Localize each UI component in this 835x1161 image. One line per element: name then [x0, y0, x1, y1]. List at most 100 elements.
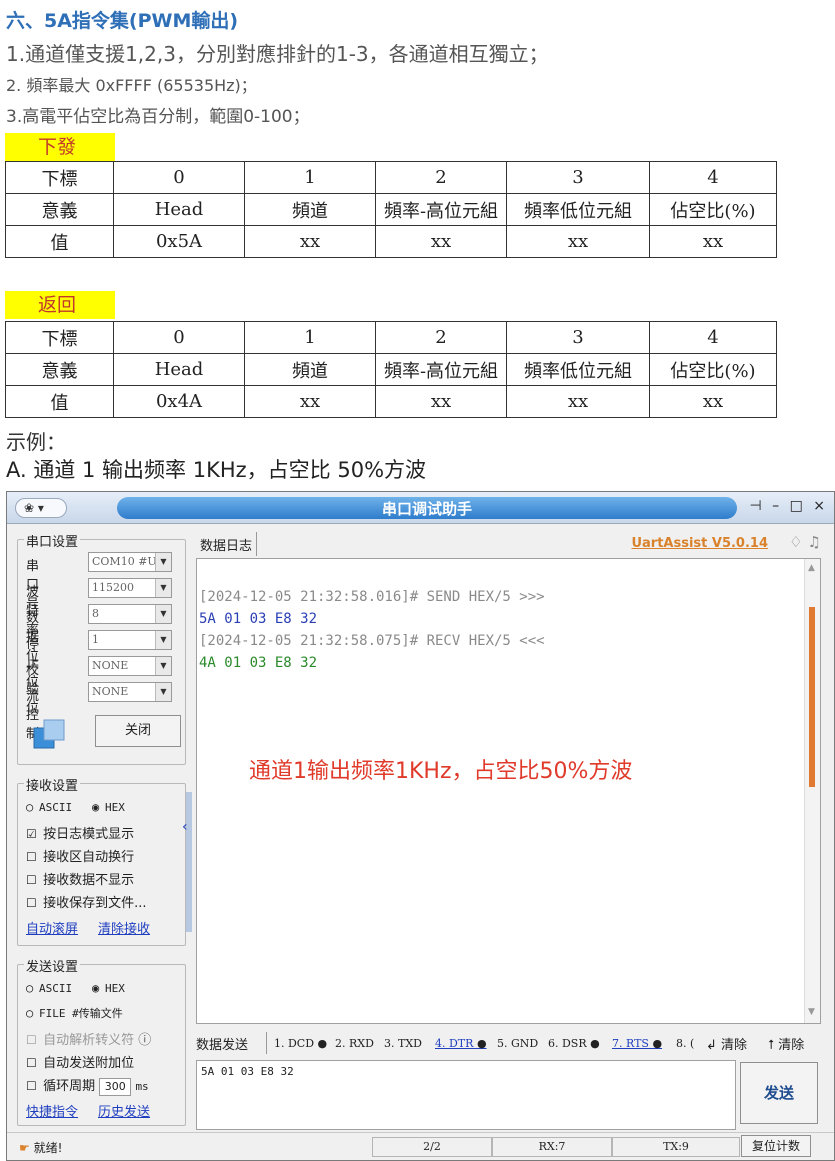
window-controls[interactable]: ⊣ – □ × — [749, 498, 828, 514]
checkbox-icon[interactable]: ☐ — [26, 896, 39, 910]
send-option-cycle[interactable]: ☐ 循环周期 300 ms — [26, 1075, 149, 1096]
port-select[interactable]: COM10 #US ▼ — [88, 552, 172, 572]
select-value: COM10 #US — [92, 555, 165, 568]
radio-checked-icon[interactable]: ◉ — [92, 981, 105, 995]
example-a-text: A. 通道 1 输出频率 1KHz，占空比 50%方波 — [6, 458, 427, 482]
scroll-thumb[interactable] — [809, 607, 815, 787]
table-cell: xx — [506, 225, 650, 258]
signal-label: 1. DCD — [274, 1037, 315, 1050]
signal-rts[interactable]: 7. RTS ● — [612, 1037, 662, 1050]
table-row: 下標 0 1 2 3 4 — [5, 161, 777, 194]
send-history-link[interactable]: 历史发送 — [98, 1101, 150, 1120]
log-line: [2024-12-05 21:32:58.016]# SEND HEX/5 >>… — [199, 589, 545, 605]
send-option-append[interactable]: ☐ 自动发送附加位 — [26, 1052, 134, 1071]
recv-option-save-file[interactable]: ☐ 接收保存到文件... — [26, 892, 147, 911]
reset-count-button[interactable]: 复位计数 — [741, 1135, 811, 1157]
table-cell: 值 — [5, 385, 114, 418]
chevron-down-icon: ▼ — [155, 631, 171, 649]
scroll-up-icon[interactable]: ▲ — [808, 563, 815, 573]
clear-send-button[interactable]: ↲ 清除 — [706, 1034, 747, 1053]
radio-unchecked-icon[interactable]: ○ — [26, 981, 39, 995]
tab-data-send[interactable]: 数据发送 — [196, 1034, 248, 1053]
send-option-escape[interactable]: ☐ 自动解析转义符 ⓘ — [26, 1029, 151, 1048]
clear-all-button[interactable]: ⭡ 清除 — [768, 1034, 804, 1053]
option-label: 循环周期 — [43, 1079, 96, 1094]
radio-label-ascii[interactable]: ASCII — [39, 982, 72, 995]
databits-select[interactable]: 8 ▼ — [88, 604, 172, 624]
radio-checked-icon[interactable]: ◉ — [92, 800, 105, 814]
table-cell: 3 — [506, 321, 650, 354]
chevron-down-icon: ▼ — [155, 579, 171, 597]
section-heading: 六、5A指令集(PWM輸出) — [6, 10, 239, 32]
checkbox-icon[interactable]: ☐ — [26, 1079, 39, 1093]
tab-data-log[interactable]: 数据日志 — [196, 532, 258, 556]
send-file-radio[interactable]: ○ FILE #传输文件 — [26, 1005, 123, 1021]
radio-label-hex[interactable]: HEX — [105, 982, 125, 995]
recv-option-hide[interactable]: ☐ 接收数据不显示 — [26, 869, 134, 888]
table-row: 下標 0 1 2 3 4 — [5, 321, 777, 354]
flow-select[interactable]: NONE ▼ — [88, 682, 172, 702]
send-input[interactable]: 5A 01 03 E8 32 — [196, 1060, 736, 1130]
return-label-badge: 返回 — [5, 291, 115, 319]
checkbox-icon[interactable]: ☐ — [26, 1033, 39, 1047]
log-line: 5A 01 03 E8 32 — [199, 611, 318, 627]
table-cell: 0x4A — [113, 385, 245, 418]
table-cell: 1 — [244, 321, 376, 354]
send-button[interactable]: 发送 — [740, 1062, 818, 1124]
diamond-icon[interactable]: ♢ — [789, 533, 807, 551]
app-version-link[interactable]: UartAssist V5.0.14 — [631, 536, 768, 551]
checkbox-icon[interactable]: ☐ — [26, 873, 39, 887]
recv-option-log-mode[interactable]: ☑ 按日志模式显示 — [26, 823, 134, 842]
group-title: 串口设置 — [24, 531, 81, 550]
send-format-radios: ○ ASCII ◉ HEX — [26, 981, 125, 995]
radio-unchecked-icon[interactable]: ○ — [26, 1006, 39, 1020]
table-row: 值 0x4A xx xx xx xx — [5, 385, 777, 418]
bell-icon[interactable]: ♫ — [808, 533, 826, 551]
dot-icon: ● — [590, 1037, 600, 1050]
receive-log-area[interactable]: [2024-12-05 21:32:58.016]# SEND HEX/5 >>… — [196, 558, 821, 1024]
shortcut-commands-link[interactable]: 快捷指令 — [26, 1101, 78, 1120]
close-port-button[interactable]: 关闭 — [95, 715, 181, 747]
chevron-down-icon: ▼ — [155, 605, 171, 623]
recv-option-autowrap[interactable]: ☐ 接收区自动换行 — [26, 846, 134, 865]
radio-unchecked-icon[interactable]: ○ — [26, 800, 39, 814]
checkbox-checked-icon[interactable]: ☑ — [26, 827, 39, 841]
autoscroll-link[interactable]: 自动滚屏 — [26, 918, 78, 937]
upload-icon: ⭡ — [768, 1038, 775, 1053]
table-cell: 下標 — [5, 161, 114, 194]
baud-select[interactable]: 115200 ▼ — [88, 578, 172, 598]
sidebar-collapse-handle[interactable] — [186, 792, 192, 932]
title-pill: 串口调试助手 — [117, 497, 737, 519]
signal-rxd: 2. RXD — [335, 1037, 374, 1050]
port-settings-group: 串口设置 串口号 COM10 #US ▼ 波特率 115200 ▼ 数据位 8 ▼ 停… — [17, 531, 186, 765]
stopbits-select[interactable]: 1 ▼ — [88, 630, 172, 650]
table-cell: xx — [649, 385, 777, 418]
radio-label-hex[interactable]: HEX — [105, 801, 125, 814]
checkbox-icon[interactable]: ☐ — [26, 850, 39, 864]
window-menu-button[interactable]: ❀ ▾ — [15, 498, 67, 518]
table-cell: 頻率-高位元組 — [375, 193, 507, 226]
table-cell: 0 — [113, 161, 245, 194]
checkbox-icon[interactable]: ☐ — [26, 1056, 39, 1070]
info-icon[interactable]: ⓘ — [138, 1033, 151, 1048]
annotation-overlay: 通道1输出频率1KHz，占空比50%方波 — [249, 759, 633, 784]
chevron-left-icon[interactable]: ‹ — [182, 819, 188, 835]
signal-dcd: 1. DCD ● — [274, 1037, 327, 1050]
signal-dtr[interactable]: 4. DTR ● — [435, 1037, 487, 1050]
select-value: NONE — [92, 685, 129, 698]
radio-label-ascii[interactable]: ASCII — [39, 801, 72, 814]
window-title: 串口调试助手 — [381, 500, 472, 518]
log-scrollbar[interactable]: ▲ ▼ — [804, 559, 820, 1023]
table-cell: 0 — [113, 321, 245, 354]
rule-line-3: 3.高電平佔空比為百分制，範圍0-100； — [6, 107, 310, 127]
toolbar-icons[interactable]: ♢♫ — [789, 533, 826, 551]
clear-icon: ↲ — [706, 1038, 717, 1053]
clear-receive-link[interactable]: 清除接收 — [98, 918, 150, 937]
cycle-period-input[interactable]: 300 — [99, 1078, 132, 1096]
log-line: 4A 01 03 E8 32 — [199, 655, 318, 671]
parity-select[interactable]: NONE ▼ — [88, 656, 172, 676]
table-cell: 頻率-高位元組 — [375, 353, 507, 386]
scroll-down-icon[interactable]: ▼ — [808, 1007, 815, 1017]
status-ready: ☛ 就绪! — [19, 1139, 62, 1156]
send-label-badge: 下發 — [5, 133, 115, 161]
